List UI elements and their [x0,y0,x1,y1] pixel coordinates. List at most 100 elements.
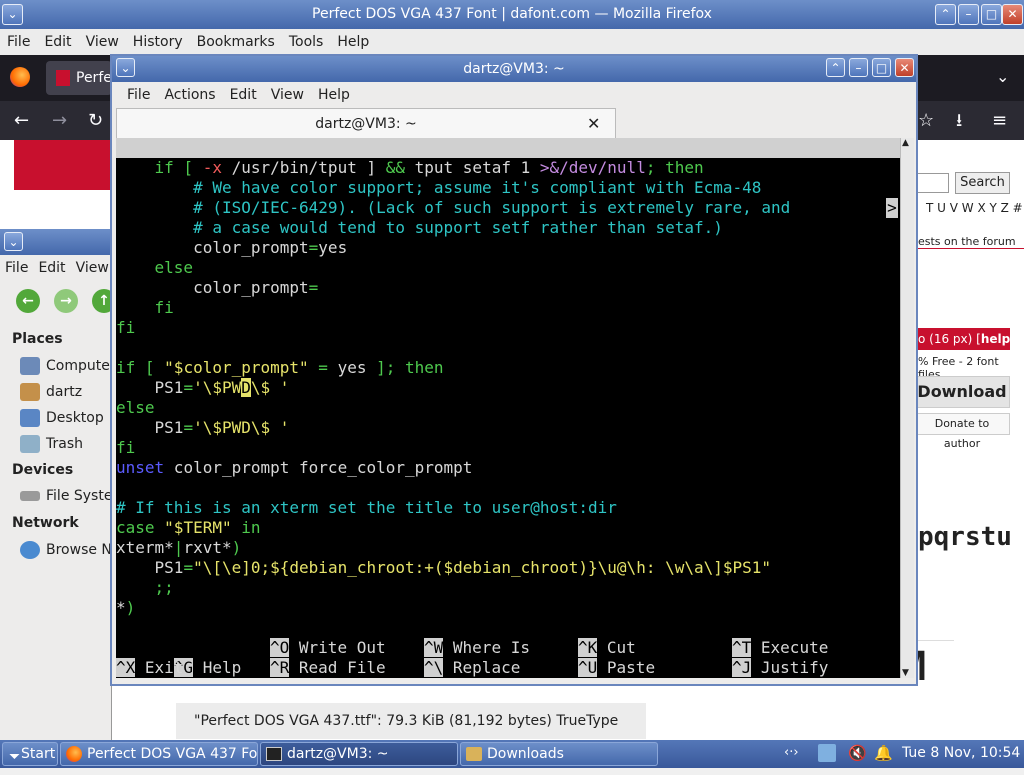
term-menu-help[interactable]: Help [311,87,357,103]
term-minimize-button[interactable]: ⌃ [826,58,845,77]
downloads-icon[interactable]: ⭳ [956,101,962,140]
bookmark-star-icon[interactable]: ☆ [918,101,934,140]
term-maximize-button[interactable]: □ [872,58,891,77]
scroll-down-icon[interactable]: ▼ [902,668,909,678]
window-menu-icon[interactable]: ⌄ [2,4,23,25]
list-tabs-icon[interactable]: ⌄ [996,67,1009,86]
download-button[interactable]: Download [914,376,1010,408]
term-close-button[interactable]: ✕ [895,58,914,77]
code-line: fi [116,298,174,317]
shortcut-execute[interactable]: ^T Execute [732,638,828,658]
clock[interactable]: Tue 8 Nov, 10:54 [902,745,1020,761]
taskbar-item-label: dartz@VM3: ~ [287,746,389,762]
alphabet-links[interactable]: T U V W X Y Z # [926,201,1023,215]
shortcut-replace[interactable]: ^\ Replace [424,658,520,678]
shortcut-write-out[interactable]: ^O Write Out [270,638,386,658]
ff-close-button[interactable]: ✕ [1002,4,1023,25]
tab-close-icon[interactable]: ✕ [587,109,600,139]
firefox-menubar: File Edit View History Bookmarks Tools H… [0,29,1024,55]
terminal-scrollbar[interactable]: ▲ ▼ [900,138,914,678]
fm-menu-view[interactable]: View [71,260,114,276]
nano-header: GNU nano 6.2 .bashrc * M [116,138,900,217]
term-menu-view[interactable]: View [264,87,311,103]
device-label: File Syste [46,488,113,504]
shortcut-where-is[interactable]: ^W Where Is [424,638,530,658]
app-menu-icon[interactable]: ≡ [992,101,1007,140]
code-line: xterm*|rxvt*) [116,538,242,557]
place-computer[interactable]: Computer [20,357,116,375]
network-browse[interactable]: Browse N [20,541,112,559]
place-trash[interactable]: Trash [20,435,83,453]
shortcut-cut[interactable]: ^K Cut [578,638,636,658]
start-button[interactable]: ⏷ Start [2,742,58,766]
fm-menu-file[interactable]: File [0,260,33,276]
display-tray-icon[interactable] [818,744,836,762]
terminal-tab[interactable]: dartz@VM3: ~ ✕ [116,108,616,138]
back-icon[interactable]: ← [14,101,29,140]
device-filesystem[interactable]: File Syste [20,488,112,504]
ff-menu-edit[interactable]: Edit [37,34,78,50]
shortcut-justify[interactable]: ^J Justify [732,658,828,678]
forum-link[interactable]: ests on the forum [918,235,1024,249]
code-line: # If this is an xterm set the title to u… [116,498,617,517]
size-label: o (16 px) [918,332,973,346]
donate-button[interactable]: Donate to author [914,413,1010,450]
ff-menu-bookmarks[interactable]: Bookmarks [190,34,282,50]
start-label: Start [21,746,56,762]
code-line: color_prompt= [116,278,319,297]
ff-menu-file[interactable]: File [0,34,37,50]
taskbar-item-firefox[interactable]: Perfect DOS VGA 437 Fo... [60,742,258,766]
ff-minimize-button[interactable]: ⌃ [935,4,956,25]
firefox-logo-icon[interactable] [10,67,30,87]
ff-menu-tools[interactable]: Tools [282,34,331,50]
fm-forward-icon[interactable]: → [54,289,78,313]
tab-label: Perfe [76,70,112,86]
network-tray-icon[interactable]: ‹·› [784,745,799,760]
shortcut-exit[interactable]: ^X Exit [116,658,183,678]
scroll-up-icon[interactable]: ▲ [902,138,909,148]
preview-glyphs: pqrstu [918,522,1012,552]
fm-menu-edit[interactable]: Edit [33,260,70,276]
dafont-logo[interactable] [14,140,114,190]
term-shade-button[interactable]: – [849,58,868,77]
nano-editor[interactable]: GNU nano 6.2 .bashrc * M if [ -x /usr/bi… [116,138,900,678]
ff-menu-history[interactable]: History [126,34,190,50]
taskbar-item-downloads[interactable]: Downloads [460,742,658,766]
code-line: PS1="\[\e]0;${debian_chroot:+($debian_ch… [116,558,772,577]
terminal-tab-title: dartz@VM3: ~ [315,116,417,132]
shortcut-row: ^G Help [116,638,241,677]
network-header: Network [12,515,79,531]
term-menu-edit[interactable]: Edit [223,87,264,103]
forward-icon[interactable]: → [52,101,67,140]
shortcut-help[interactable]: ^G Help [173,658,241,677]
code-line: # a case would tend to support setf rath… [116,218,723,237]
term-window-menu-icon[interactable]: ⌄ [116,58,135,77]
notification-bell-icon[interactable]: 🔔 [874,744,893,762]
search-button[interactable]: Search [955,172,1010,194]
taskbar-item-terminal[interactable]: dartz@VM3: ~ [260,742,458,766]
shortcut-paste[interactable]: ^U Paste [578,658,655,678]
fm-back-icon[interactable]: ← [16,289,40,313]
code-line: case "$TERM" in [116,518,261,537]
tab-dafont[interactable]: Perfe [46,61,112,95]
term-menu-actions[interactable]: Actions [157,87,222,103]
help-link[interactable]: help [981,332,1010,346]
ff-menu-view[interactable]: View [79,34,126,50]
place-dartz[interactable]: dartz [20,383,82,401]
shortcut-read-file[interactable]: ^R Read File [270,658,386,678]
home-folder-icon [20,383,40,401]
volume-tray-icon[interactable]: 🔇 [848,744,867,762]
place-desktop[interactable]: Desktop [20,409,104,427]
drive-icon [20,491,40,501]
code-line: fi [116,438,136,457]
fm-titlebar: ⌄ [0,229,112,255]
code-line: *) [116,598,136,617]
fm-window-menu-icon[interactable]: ⌄ [4,232,23,251]
taskbar-item-label: Downloads [487,746,564,762]
code-line: if [ -x /usr/bin/tput ] && tput setaf 1 … [116,158,704,177]
ff-shade-button[interactable]: – [958,4,979,25]
ff-menu-help[interactable]: Help [330,34,376,50]
reload-icon[interactable]: ↻ [88,101,103,140]
term-menu-file[interactable]: File [120,87,157,103]
ff-maximize-button[interactable]: □ [981,4,1002,25]
